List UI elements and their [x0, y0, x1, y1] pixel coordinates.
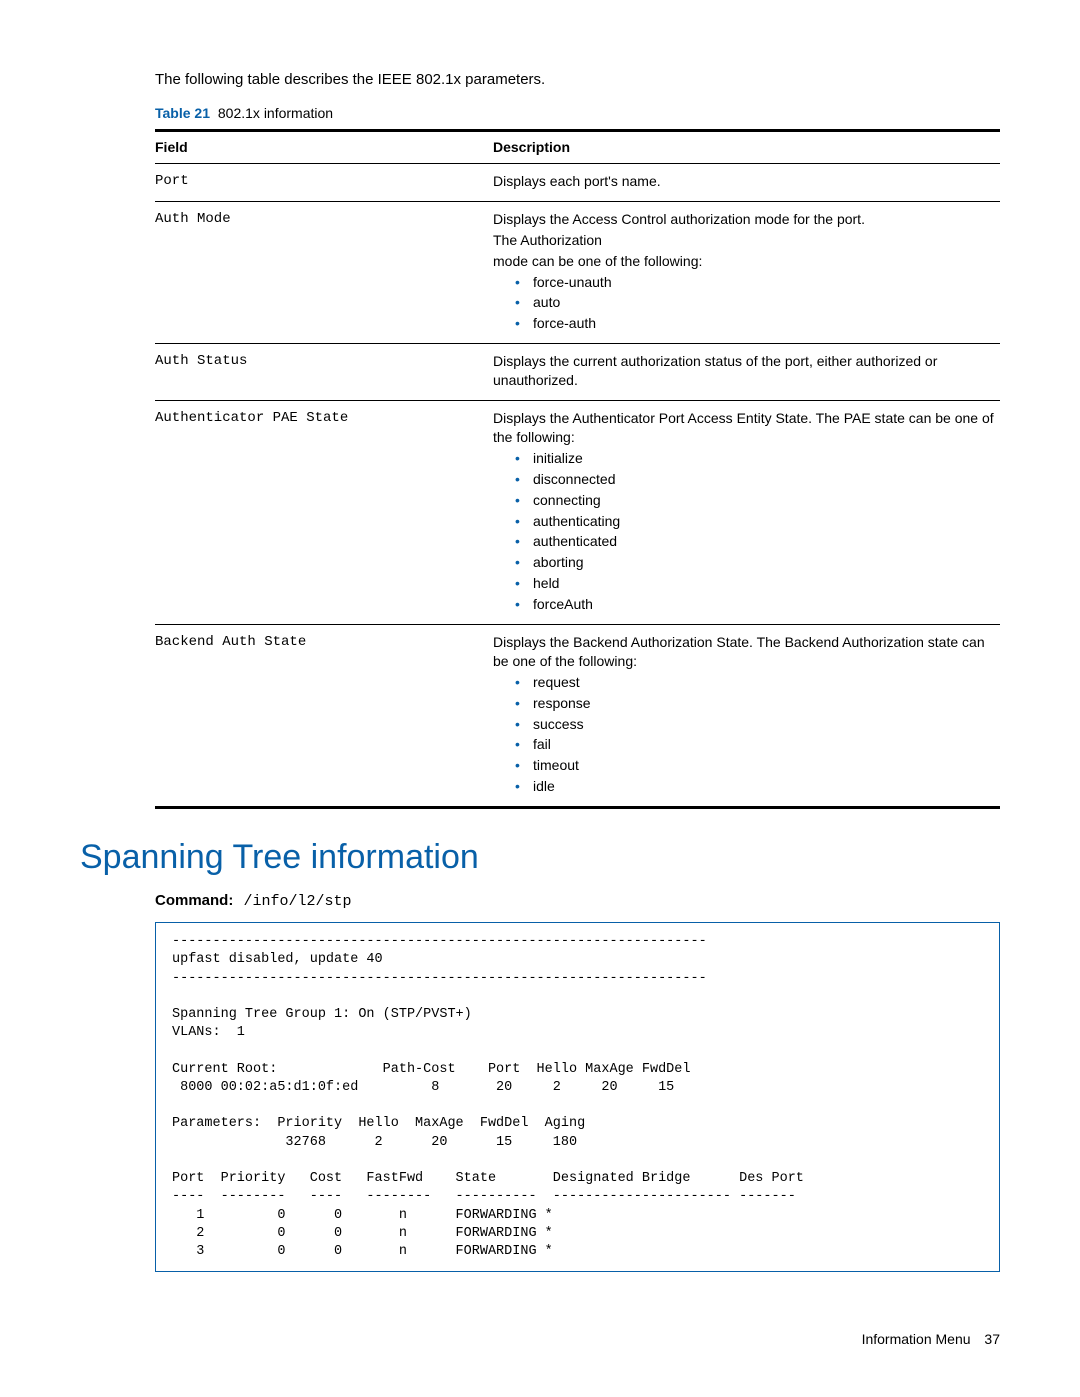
- table-title: 802.1x information: [218, 105, 333, 121]
- description-block: Displays the Access Control authorizatio…: [493, 210, 994, 333]
- field-cell: Auth Mode: [155, 201, 493, 343]
- intro-paragraph: The following table describes the IEEE 8…: [155, 70, 1000, 90]
- description-block: Displays the Authenticator Port Access E…: [493, 409, 994, 614]
- command-path: /info/l2/stp: [244, 893, 352, 910]
- table-row: Auth StatusDisplays the current authoriz…: [155, 344, 1000, 401]
- bullet-item: force-unauth: [515, 273, 994, 292]
- bullet-item: idle: [515, 777, 994, 796]
- document-page: The following table describes the IEEE 8…: [0, 0, 1080, 1397]
- col-header-field: Field: [155, 131, 493, 164]
- description-block: Displays each port's name.: [493, 172, 994, 191]
- bullet-item: authenticating: [515, 512, 994, 531]
- description-text: Displays the Access Control authorizatio…: [493, 210, 994, 229]
- bullet-item: aborting: [515, 553, 994, 572]
- info-table: Field Description PortDisplays each port…: [155, 129, 1000, 809]
- bullet-item: authenticated: [515, 532, 994, 551]
- description-text: Displays each port's name.: [493, 172, 994, 191]
- table-row: Auth ModeDisplays the Access Control aut…: [155, 201, 1000, 343]
- bullet-list: initialize disconnected connecting authenti…: [493, 449, 994, 614]
- bullet-item: response: [515, 694, 994, 713]
- description-text: mode can be one of the following:: [493, 252, 994, 271]
- footer-page-number: 37: [984, 1331, 1000, 1347]
- section-heading: Spanning Tree information: [80, 835, 1000, 881]
- field-cell: Auth Status: [155, 344, 493, 401]
- command-line: Command: /info/l2/stp: [155, 891, 1000, 912]
- col-header-description: Description: [493, 131, 1000, 164]
- content-block: The following table describes the IEEE 8…: [155, 70, 1000, 809]
- table-row: Backend Auth StateDisplays the Backend A…: [155, 624, 1000, 807]
- description-cell: Displays the Access Control authorizatio…: [493, 201, 1000, 343]
- field-cell: Port: [155, 164, 493, 202]
- field-cell: Authenticator PAE State: [155, 401, 493, 625]
- bullet-item: fail: [515, 735, 994, 754]
- bullet-item: connecting: [515, 491, 994, 510]
- table-label: Table 21: [155, 105, 210, 121]
- bullet-item: success: [515, 715, 994, 734]
- table-row: Authenticator PAE StateDisplays the Auth…: [155, 401, 1000, 625]
- bullet-list: request response successfail timeout idle: [493, 673, 994, 796]
- command-block: Command: /info/l2/stp ------------------…: [155, 891, 1000, 1272]
- description-text: Displays the current authorization statu…: [493, 352, 994, 390]
- description-text: Displays the Backend Authorization State…: [493, 633, 994, 671]
- table-caption: Table 21 802.1x information: [155, 104, 1000, 123]
- bullet-item: disconnected: [515, 470, 994, 489]
- field-cell: Backend Auth State: [155, 624, 493, 807]
- description-cell: Displays the current authorization statu…: [493, 344, 1000, 401]
- description-block: Displays the Backend Authorization State…: [493, 633, 994, 796]
- bullet-item: initialize: [515, 449, 994, 468]
- table-row: PortDisplays each port's name.: [155, 164, 1000, 202]
- bullet-item: held: [515, 574, 994, 593]
- bullet-item: force-auth: [515, 314, 994, 333]
- page-footer: Information Menu 37: [862, 1330, 1000, 1349]
- bullet-item: forceAuth: [515, 595, 994, 614]
- bullet-item: request: [515, 673, 994, 692]
- bullet-list: force-unauthauto force-auth: [493, 273, 994, 334]
- bullet-item: auto: [515, 293, 994, 312]
- description-cell: Displays each port's name.: [493, 164, 1000, 202]
- bullet-item: timeout: [515, 756, 994, 775]
- terminal-output: ----------------------------------------…: [155, 922, 1000, 1272]
- description-block: Displays the current authorization statu…: [493, 352, 994, 390]
- description-text: The Authorization: [493, 231, 994, 250]
- description-cell: Displays the Backend Authorization State…: [493, 624, 1000, 807]
- footer-section: Information Menu: [862, 1331, 971, 1347]
- description-text: Displays the Authenticator Port Access E…: [493, 409, 994, 447]
- description-cell: Displays the Authenticator Port Access E…: [493, 401, 1000, 625]
- command-label: Command:: [155, 892, 233, 909]
